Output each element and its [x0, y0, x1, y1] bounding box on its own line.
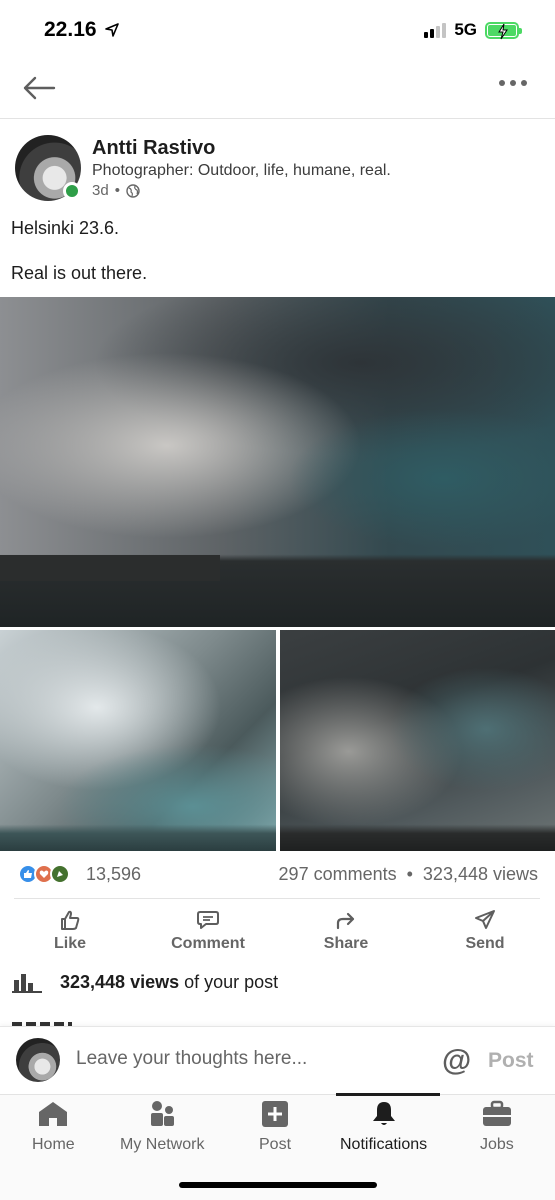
send-button[interactable]: Send — [435, 908, 535, 953]
analytics-suffix: of your post — [184, 971, 279, 992]
post-image-main[interactable] — [0, 297, 555, 627]
tab-post[interactable]: Post — [259, 1100, 291, 1154]
meta-separator: • — [114, 182, 120, 199]
post-analytics-row[interactable]: 323,448 views of your post — [12, 970, 278, 994]
mention-icon[interactable]: @ — [442, 1044, 471, 1078]
engagement-stats: 297 comments • 323,448 views — [279, 864, 538, 885]
bar-chart-icon — [12, 974, 42, 993]
author-headline: Photographer: Outdoor, life, humane, rea… — [92, 162, 391, 179]
globe-icon — [126, 183, 140, 198]
post-time: 3d — [92, 182, 109, 199]
battery-icon — [485, 21, 522, 39]
post-comment-button[interactable]: Post — [488, 1049, 534, 1073]
post-text-line: Real is out there. — [11, 263, 148, 283]
stats-separator: • — [406, 864, 413, 884]
views-count: 323,448 views — [422, 864, 538, 884]
dot-icon — [499, 80, 505, 86]
tab-label: My Network — [120, 1136, 205, 1153]
tab-label: Home — [32, 1136, 75, 1153]
comments-count[interactable]: 297 comments — [279, 864, 397, 885]
plus-square-icon — [262, 1101, 288, 1127]
status-time: 22.16 — [44, 18, 119, 42]
reaction-icons[interactable] — [18, 864, 70, 884]
comment-button[interactable]: Comment — [158, 908, 258, 953]
location-arrow-icon — [104, 23, 119, 37]
tab-notifications[interactable]: Notifications — [340, 1100, 427, 1154]
active-tab-indicator — [336, 1093, 440, 1096]
comment-label: Comment — [171, 935, 245, 952]
analytics-views: 323,448 views — [60, 971, 180, 992]
more-options-button[interactable] — [499, 80, 527, 86]
tab-label: Notifications — [340, 1136, 428, 1153]
briefcase-icon — [482, 1100, 511, 1126]
user-avatar — [16, 1038, 60, 1082]
send-label: Send — [465, 935, 505, 952]
celebrate-reaction-icon — [50, 864, 70, 884]
share-icon — [336, 912, 355, 930]
author-name[interactable]: Antti Rastivo — [92, 137, 215, 160]
arrow-left-icon — [23, 76, 56, 100]
bell-icon — [372, 1102, 395, 1125]
share-button[interactable]: Share — [296, 908, 396, 953]
tab-home[interactable]: Home — [32, 1100, 75, 1154]
post-image-secondary[interactable] — [0, 630, 276, 851]
signal-icon — [424, 22, 447, 38]
analytics-text: 323,448 views of your post — [60, 972, 278, 993]
like-label: Like — [53, 935, 86, 952]
like-button[interactable]: Like — [20, 908, 120, 953]
actions-divider — [14, 898, 540, 899]
share-label: Share — [323, 935, 369, 952]
tab-label: Post — [259, 1136, 292, 1153]
comment-icon — [197, 911, 219, 929]
back-button[interactable] — [22, 70, 62, 106]
home-icon — [39, 1102, 68, 1126]
tab-jobs[interactable]: Jobs — [480, 1100, 514, 1154]
tab-label: Jobs — [480, 1136, 514, 1153]
comment-input[interactable] — [76, 1048, 416, 1070]
header-divider — [0, 118, 555, 119]
thumbs-up-icon — [61, 910, 80, 930]
clock-text: 22.16 — [44, 18, 97, 41]
network-type: 5G — [454, 20, 477, 39]
dot-icon — [510, 80, 516, 86]
post-meta: 3d • — [92, 182, 140, 199]
send-icon — [475, 910, 495, 929]
post-image-tertiary[interactable] — [280, 630, 555, 851]
network-icon — [151, 1101, 175, 1126]
home-indicator — [179, 1182, 377, 1188]
dot-icon — [521, 80, 527, 86]
status-indicators: 5G — [424, 20, 522, 40]
reaction-count[interactable]: 13,596 — [86, 864, 141, 885]
online-status-dot — [63, 182, 81, 200]
tab-my-network[interactable]: My Network — [120, 1100, 204, 1154]
skyline-shape — [0, 555, 220, 581]
post-text-line: Helsinki 23.6. — [11, 218, 120, 238]
